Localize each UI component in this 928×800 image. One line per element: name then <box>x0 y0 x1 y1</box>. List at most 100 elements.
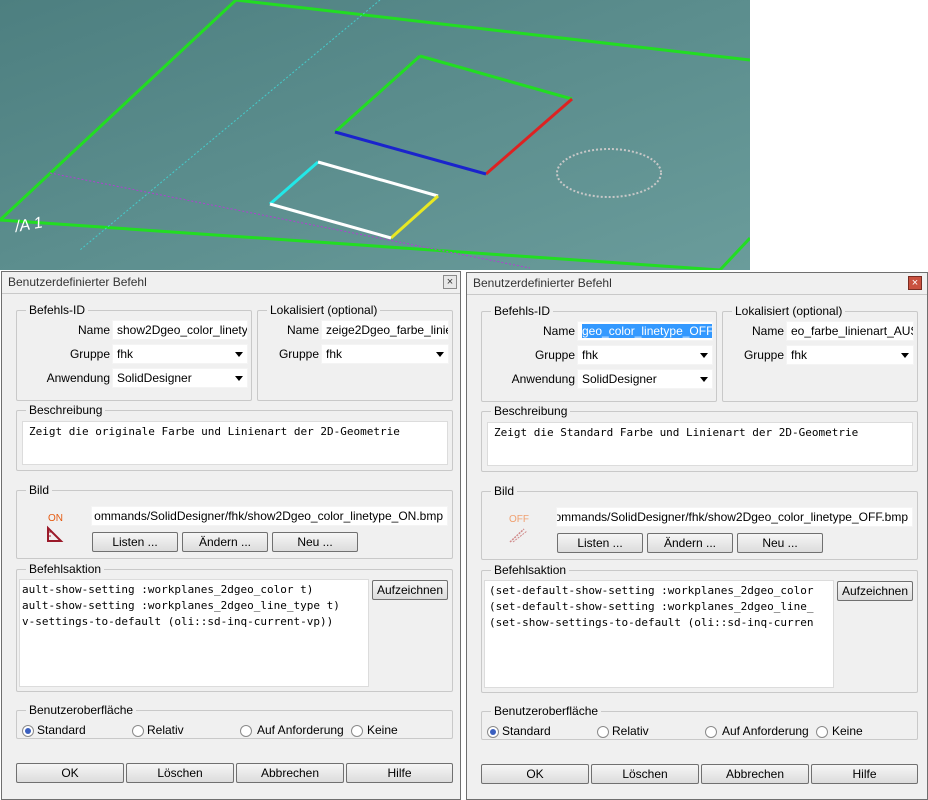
chevron-down-icon <box>700 377 708 382</box>
lokalisiert-legend: Lokalisiert (optional) <box>735 304 843 318</box>
icon-on-text: ON <box>48 513 63 524</box>
radio-keine[interactable] <box>351 725 363 737</box>
aufzeichnen-button[interactable]: Aufzeichnen <box>837 581 913 601</box>
off-ruler-icon: OFF <box>507 514 531 544</box>
chevron-down-icon <box>901 353 909 358</box>
beschreibung-textarea[interactable]: Zeigt die originale Farbe und Linienart … <box>22 421 448 465</box>
hilfe-button[interactable]: Hilfe <box>811 764 918 784</box>
aufzeichnen-button[interactable]: Aufzeichnen <box>372 580 448 600</box>
dialog-titlebar[interactable]: Benutzerdefinierter Befehl × <box>2 272 460 294</box>
ok-button[interactable]: OK <box>481 764 589 784</box>
befehlsaktion-legend: Befehlsaktion <box>29 562 102 576</box>
action-line: ault-show-setting :workplanes_2dgeo_line… <box>22 599 340 612</box>
radio-auf-anforderung[interactable] <box>705 726 717 738</box>
radio-relativ-label: Relativ <box>612 724 649 738</box>
loeschen-button[interactable]: Löschen <box>591 764 699 784</box>
chevron-down-icon <box>235 376 243 381</box>
custom-command-dialog-right: Benutzerdefinierter Befehl × Befehls-ID … <box>466 272 928 800</box>
radio-auf-anforderung-label: Auf Anforderung <box>722 724 809 738</box>
radio-standard[interactable] <box>487 726 499 738</box>
aendern-button[interactable]: Ändern ... <box>647 533 733 553</box>
radio-standard-label: Standard <box>37 723 86 737</box>
loeschen-button[interactable]: Löschen <box>126 763 234 783</box>
loc-name-label: Name <box>751 324 784 338</box>
listen-button[interactable]: Listen ... <box>92 532 178 552</box>
on-ruler-icon: ON <box>44 513 68 543</box>
abbrechen-button[interactable]: Abbrechen <box>701 764 809 784</box>
gruppe-dropdown[interactable]: fhk <box>112 344 248 364</box>
loc-gruppe-dropdown[interactable]: fhk <box>321 344 449 364</box>
listen-button[interactable]: Listen ... <box>557 533 643 553</box>
gruppe-label: Gruppe <box>69 347 110 361</box>
dialog-titlebar[interactable]: Benutzerdefinierter Befehl × <box>467 273 927 295</box>
neu-button[interactable]: Neu ... <box>737 533 823 553</box>
name-field[interactable]: show2Dgeo_color_linety <box>112 320 248 340</box>
gruppe-dropdown[interactable]: fhk <box>577 345 713 365</box>
loc-gruppe-dropdown[interactable]: fhk <box>786 345 914 365</box>
radio-relativ-label: Relativ <box>147 723 184 737</box>
radio-auf-anforderung[interactable] <box>240 725 252 737</box>
radio-keine-label: Keine <box>832 724 863 738</box>
aendern-button[interactable]: Ändern ... <box>182 532 268 552</box>
befehlsaktion-legend: Befehlsaktion <box>494 563 567 577</box>
workplane-viewport[interactable]: /A 1 <box>0 0 750 270</box>
action-line: (set-default-show-setting :workplanes_2d… <box>489 600 814 613</box>
close-icon[interactable]: × <box>443 275 457 289</box>
bild-path-value: ommands/SolidDesigner/fhk/show2Dgeo_colo… <box>94 509 443 523</box>
icon-off-text: OFF <box>509 514 529 525</box>
abbrechen-button[interactable]: Abbrechen <box>236 763 344 783</box>
loc-gruppe-label: Gruppe <box>278 347 319 361</box>
befehls-id-legend: Befehls-ID <box>29 303 86 317</box>
anwendung-dropdown[interactable]: SolidDesigner <box>112 368 248 388</box>
befehlsaktion-textarea[interactable]: (set-default-show-setting :workplanes_2d… <box>484 580 834 688</box>
radio-relativ[interactable] <box>132 725 144 737</box>
radio-keine[interactable] <box>816 726 828 738</box>
close-icon[interactable]: × <box>908 276 922 290</box>
dialog-title: Benutzerdefinierter Befehl <box>473 276 612 290</box>
befehls-id-legend: Befehls-ID <box>494 304 551 318</box>
loc-name-field[interactable]: zeige2Dgeo_farbe_linie <box>321 320 449 340</box>
beschreibung-legend: Beschreibung <box>494 404 568 418</box>
benutzeroberflaeche-legend: Benutzeroberfläche <box>494 704 599 718</box>
bild-path-field[interactable]: ommands/SolidDesigner/fhk/show2Dgeo_colo… <box>91 506 448 526</box>
loc-name-field[interactable]: eo_farbe_linienart_AUS <box>786 321 914 341</box>
dialog-title: Benutzerdefinierter Befehl <box>8 275 147 289</box>
neu-button[interactable]: Neu ... <box>272 532 358 552</box>
name-label: Name <box>77 323 110 337</box>
radio-keine-label: Keine <box>367 723 398 737</box>
lokalisiert-legend: Lokalisiert (optional) <box>270 303 378 317</box>
radio-standard[interactable] <box>22 725 34 737</box>
workplane-surface <box>0 0 750 270</box>
radio-standard-label: Standard <box>502 724 551 738</box>
benutzeroberflaeche-legend: Benutzeroberfläche <box>29 703 134 717</box>
bild-legend: Bild <box>494 484 515 498</box>
ok-button[interactable]: OK <box>16 763 124 783</box>
gruppe-label: Gruppe <box>534 348 575 362</box>
bild-path-field[interactable]: ommands/SolidDesigner/fhk/show2Dgeo_colo… <box>556 507 913 527</box>
radio-relativ[interactable] <box>597 726 609 738</box>
chevron-down-icon <box>700 353 708 358</box>
bild-path-value: ommands/SolidDesigner/fhk/show2Dgeo_colo… <box>556 510 908 524</box>
loc-gruppe-value: fhk <box>791 348 808 362</box>
name-label: Name <box>542 324 575 338</box>
hilfe-button[interactable]: Hilfe <box>346 763 453 783</box>
befehlsaktion-textarea[interactable]: ault-show-setting :workplanes_2dgeo_colo… <box>19 579 369 687</box>
chevron-down-icon <box>436 352 444 357</box>
viewport-canvas: /A 1 <box>0 0 750 270</box>
loc-gruppe-label: Gruppe <box>743 348 784 362</box>
gruppe-value: fhk <box>117 347 134 361</box>
action-line: ault-show-setting :workplanes_2dgeo_colo… <box>22 583 314 596</box>
anwendung-label: Anwendung <box>46 371 110 385</box>
anwendung-value: SolidDesigner <box>117 371 192 385</box>
action-line: v-settings-to-default (oli::sd-inq-curre… <box>22 615 334 628</box>
chevron-down-icon <box>235 352 243 357</box>
custom-command-dialog-left: Benutzerdefinierter Befehl × Befehls-ID … <box>1 271 461 800</box>
beschreibung-textarea[interactable]: Zeigt die Standard Farbe und Linienart d… <box>487 422 913 466</box>
name-field[interactable]: geo_color_linetype_OFF <box>577 321 713 341</box>
loc-name-label: Name <box>286 323 319 337</box>
bild-legend: Bild <box>29 483 50 497</box>
action-line: (set-default-show-setting :workplanes_2d… <box>489 584 814 597</box>
action-line: (set-show-settings-to-default (oli::sd-i… <box>489 616 814 629</box>
anwendung-dropdown[interactable]: SolidDesigner <box>577 369 713 389</box>
gruppe-value: fhk <box>582 348 599 362</box>
